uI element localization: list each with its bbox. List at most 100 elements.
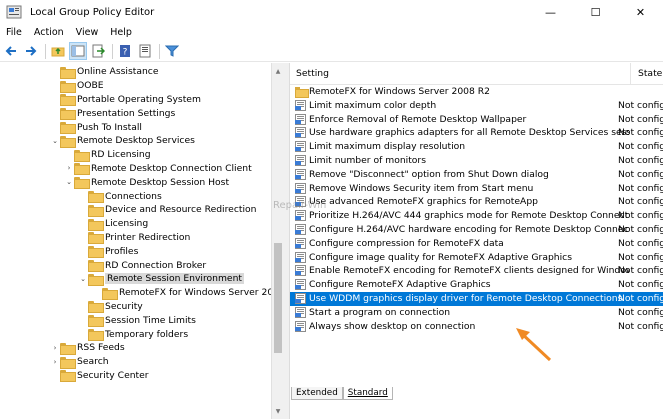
tree-item-label: Temporary folders — [105, 328, 189, 340]
list-row[interactable]: Limit number of monitors Not config — [290, 154, 663, 168]
list-row[interactable]: Enforce Removal of Remote Desktop Wallpa… — [290, 113, 663, 127]
chevron-right-icon[interactable]: › — [50, 344, 60, 352]
folder-icon — [60, 370, 76, 383]
list-row[interactable]: Enable RemoteFX encoding for RemoteFX cl… — [290, 264, 663, 278]
list-row[interactable]: Use WDDM graphics display driver for Rem… — [290, 292, 663, 306]
setting-name: Always show desktop on connection — [309, 320, 476, 332]
menu-view[interactable]: View — [70, 27, 105, 38]
tree-item-label: RD Licensing — [91, 149, 151, 161]
list-row[interactable]: Use hardware graphics adapters for all R… — [290, 126, 663, 140]
column-header-state[interactable]: State — [638, 68, 662, 79]
tab-extended[interactable]: Extended — [291, 387, 343, 400]
export-list-icon[interactable] — [89, 42, 107, 60]
tree-scroll-thumb[interactable] — [274, 243, 282, 353]
chevron-right-icon[interactable]: › — [50, 358, 60, 366]
setting-state: Not config — [618, 237, 663, 249]
menu-help[interactable]: Help — [104, 27, 138, 38]
folder-icon — [60, 342, 76, 355]
tree-item[interactable]: ⌄ Remote Desktop Session Host — [64, 175, 230, 190]
tree-item[interactable]: OOBE — [50, 79, 104, 93]
policy-setting-icon — [295, 113, 306, 125]
setting-name: Configure RemoteFX Adaptive Graphics — [309, 279, 491, 291]
group-policy-app-icon — [6, 4, 22, 20]
tree-item[interactable]: ⌄ Remote Desktop Services — [50, 134, 195, 148]
properties-icon[interactable] — [136, 42, 154, 60]
tree-item[interactable]: Security — [78, 300, 143, 314]
folder-icon — [60, 66, 76, 79]
tree-item[interactable]: Portable Operating System — [50, 93, 201, 107]
list-row[interactable]: Configure image quality for RemoteFX Ada… — [290, 251, 663, 265]
list-row[interactable]: Use advanced RemoteFX graphics for Remot… — [290, 195, 663, 209]
title-bar: Local Group Policy Editor — ☐ ✕ — [0, 0, 663, 24]
column-divider[interactable] — [630, 63, 631, 85]
setting-name: Remove Windows Security item from Start … — [309, 182, 534, 194]
tree-item[interactable]: Connections — [78, 189, 162, 204]
list-row[interactable]: Configure RemoteFX Adaptive Graphics Not … — [290, 278, 663, 292]
chevron-down-icon[interactable]: ⌄ — [64, 178, 74, 186]
folder-icon — [88, 246, 104, 259]
list-row[interactable]: Start a program on connection Not config — [290, 306, 663, 320]
tree-item[interactable]: Security Center — [50, 369, 149, 383]
tree-item[interactable]: Push To Install — [50, 120, 142, 135]
chevron-down-icon[interactable]: ⌄ — [78, 275, 88, 283]
list-row[interactable]: Limit maximum display resolution Not conf… — [290, 140, 663, 154]
chevron-right-icon[interactable]: › — [64, 164, 74, 172]
folder-icon — [74, 149, 90, 162]
policy-setting-icon — [295, 127, 306, 139]
forward-icon[interactable] — [22, 42, 40, 60]
tree-item[interactable]: Online Assistance — [50, 65, 159, 79]
tree-scrollbar[interactable]: ▲ ▼ — [271, 63, 283, 419]
tree-item-label: RemoteFX for Windows Server 2008 R — [119, 287, 283, 299]
tree-item[interactable]: › Search — [50, 355, 109, 369]
setting-name: Limit maximum display resolution — [309, 141, 466, 153]
tree-item-label: RSS Feeds — [77, 342, 125, 354]
setting-state: Not config — [618, 251, 663, 263]
list-row[interactable]: Configure compression for RemoteFX data N… — [290, 237, 663, 251]
show-hide-tree-icon[interactable] — [69, 42, 87, 60]
list-row[interactable]: Configure H.264/AVC hardware encoding fo… — [290, 223, 663, 237]
tree-item[interactable]: Printer Redirection — [78, 231, 190, 245]
chevron-down-icon[interactable]: ⌄ — [50, 137, 60, 145]
tree-item[interactable]: ⌄ Remote Session Environment — [78, 272, 245, 286]
policy-setting-icon — [295, 293, 306, 304]
setting-name: RemoteFX for Windows Server 2008 R2 — [309, 86, 491, 97]
tree-item-label: Remote Desktop Session Host — [91, 176, 230, 188]
tree-item[interactable]: Temporary folders — [78, 327, 189, 342]
back-icon[interactable] — [2, 42, 20, 60]
tab-standard[interactable]: Standard — [342, 387, 393, 400]
menu-action[interactable]: Action — [28, 27, 70, 38]
list-row[interactable]: Remove "Disconnect" option from Shut Dow… — [290, 168, 663, 182]
tree-item[interactable]: RD Connection Broker — [78, 258, 206, 273]
tree-item[interactable]: Device and Resource Redirection — [78, 203, 257, 217]
tree-item[interactable]: Session Time Limits — [78, 313, 196, 328]
list-row[interactable]: RemoteFX for Windows Server 2008 R2 — [290, 85, 663, 99]
up-folder-icon[interactable] — [49, 42, 67, 60]
policy-setting-icon — [295, 168, 306, 180]
tree-item[interactable]: Presentation Settings — [50, 106, 175, 121]
policy-setting-icon — [295, 99, 306, 111]
tree-item[interactable]: Licensing — [78, 217, 148, 231]
tree-item[interactable]: RD Licensing — [64, 148, 151, 162]
filter-icon[interactable] — [163, 42, 181, 60]
policy-setting-icon — [295, 155, 306, 166]
tree-item[interactable]: RemoteFX for Windows Server 2008 R — [92, 286, 283, 300]
help-icon[interactable]: ? — [116, 42, 134, 60]
toolbar-separator — [45, 43, 46, 59]
list-row[interactable]: Remove Windows Security item from Start … — [290, 182, 663, 196]
list-row[interactable]: Always show desktop on connection Not con… — [290, 320, 663, 334]
policy-setting-icon — [295, 320, 306, 332]
tree-item-label: Printer Redirection — [105, 231, 191, 243]
tree-item[interactable]: Profiles — [78, 244, 138, 259]
menu-bar: File Action View Help — [0, 24, 663, 41]
tree-item[interactable]: › Remote Desktop Connection Client — [64, 162, 252, 176]
tree-item-label: Session Time Limits — [105, 314, 196, 326]
close-button[interactable]: ✕ — [618, 0, 663, 24]
list-row[interactable]: Prioritize H.264/AVC 444 graphics mode f… — [290, 209, 663, 223]
maximize-button[interactable]: ☐ — [573, 0, 618, 24]
list-row[interactable]: Limit maximum color depth Not config — [290, 99, 663, 113]
column-header-setting[interactable]: Setting — [296, 68, 329, 79]
minimize-button[interactable]: — — [528, 0, 573, 24]
menu-file[interactable]: File — [0, 27, 28, 38]
policy-setting-icon — [295, 265, 306, 277]
tree-item[interactable]: › RSS Feeds — [50, 341, 125, 355]
